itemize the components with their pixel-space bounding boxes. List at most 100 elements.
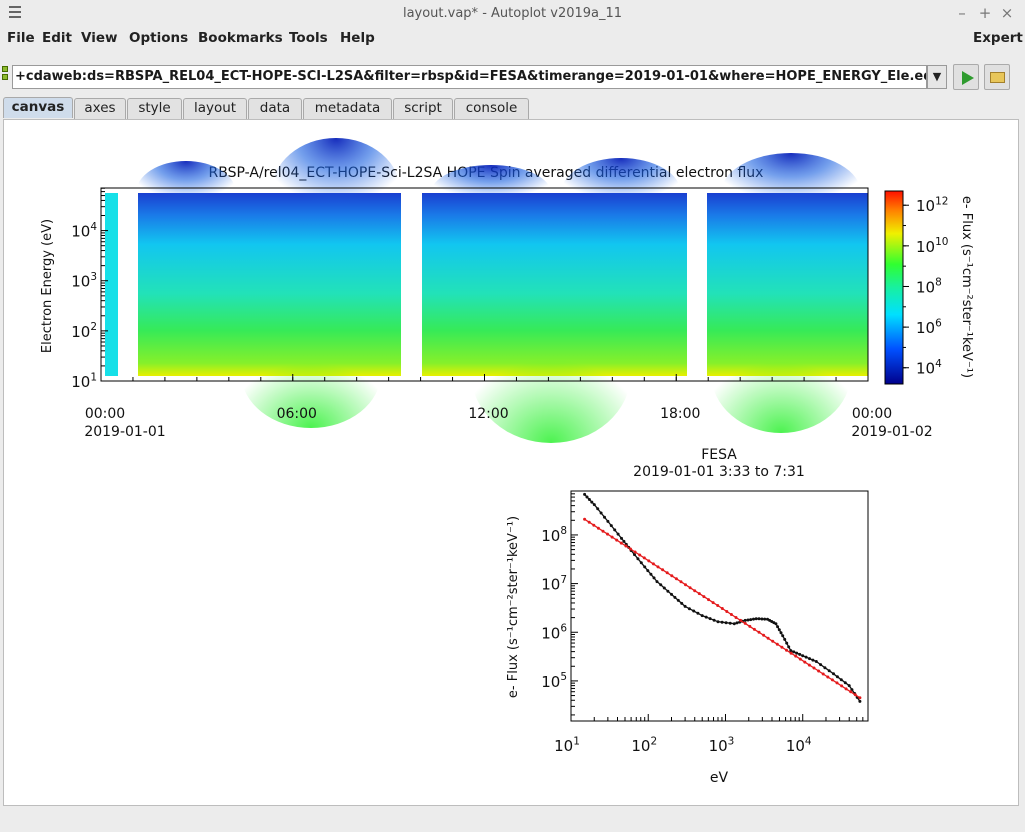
lp-series-point-1	[651, 562, 655, 566]
close-icon[interactable]: ×	[998, 4, 1016, 22]
tab-axes[interactable]: axes	[74, 98, 126, 119]
lp-series-point-1	[679, 580, 683, 584]
spec-y-tick-label: 103	[71, 271, 97, 291]
spec-y-tick-label: 104	[71, 221, 97, 241]
spectrogram-high-flux-patch	[711, 313, 851, 433]
menu-bookmarks[interactable]: Bookmarks	[198, 30, 283, 46]
lp-series-point-0	[760, 617, 764, 621]
lp-series-point-0	[616, 532, 620, 536]
spectrogram-low-flux-patch	[271, 138, 401, 248]
lp-series-point-0	[781, 634, 785, 638]
spec-x-tick-time: 06:00	[277, 406, 317, 422]
lp-series-point-0	[814, 660, 818, 663]
spec-y-tick-label: 102	[71, 321, 97, 341]
menu-options[interactable]: Options	[129, 30, 188, 46]
lp-series-point-1	[748, 624, 752, 628]
tab-script[interactable]: script	[393, 98, 453, 119]
lp-x-tick-label: 101	[554, 735, 580, 755]
tab-style[interactable]: style	[127, 98, 182, 119]
plot-go-button[interactable]	[953, 64, 979, 90]
lp-series-point-1	[606, 532, 609, 536]
lp-series-point-0	[655, 580, 659, 584]
lp-series-point-0	[787, 645, 791, 649]
lp-series-point-1	[711, 601, 715, 605]
tab-metadata[interactable]: metadata	[303, 98, 392, 119]
uri-history-dropdown[interactable]: ▼	[927, 65, 947, 89]
lp-series-point-1	[592, 523, 596, 527]
lp-series-point-0	[587, 498, 591, 501]
lp-series-point-0	[728, 621, 732, 625]
lp-series-point-0	[720, 620, 724, 624]
colorbar-tick-label: 108	[916, 277, 942, 297]
lp-x-tick-label: 103	[709, 735, 735, 755]
url-bar: +cdaweb:ds=RBSPA_REL04_ECT-HOPE-SCI-L2SA…	[0, 62, 1025, 92]
menu-tools[interactable]: Tools	[289, 30, 328, 46]
lp-series-point-0	[583, 492, 587, 496]
spectrogram-y-label: Electron Energy (eV)	[40, 219, 55, 353]
lp-series-point-0	[696, 611, 700, 615]
spectrogram-low-flux-patch	[136, 161, 236, 225]
lp-series-point-1	[729, 613, 733, 616]
lineplot-x-label: eV	[710, 770, 729, 786]
spectrogram-segment-1	[105, 193, 118, 376]
lp-series-point-0	[798, 652, 802, 656]
spec-x-tick-time: 12:00	[468, 406, 508, 422]
url-grip-icon[interactable]	[2, 66, 10, 84]
lineplot-title: FESA	[701, 447, 737, 463]
lp-series-point-1	[661, 568, 665, 572]
lp-series-point-0	[801, 654, 805, 658]
colorbar-tick-label: 1010	[916, 236, 948, 256]
lp-series-point-1	[615, 538, 619, 542]
lp-series-point-0	[680, 601, 684, 605]
spec-x-tick-date: 2019-01-01	[84, 424, 165, 440]
lp-series-point-1	[583, 517, 587, 521]
lp-series-point-1	[619, 541, 623, 545]
spec-x-tick-time: 00:00	[85, 406, 125, 422]
lp-series-point-1	[601, 529, 605, 533]
lp-series-point-0	[843, 681, 847, 685]
plot-canvas[interactable]: RBSP-A/rel04_ECT-HOPE-Sci-L2SA HOPE Spin…	[3, 119, 1019, 806]
colorbar-tick-label: 106	[916, 317, 942, 337]
lp-series-point-0	[596, 507, 600, 511]
lp-series-point-1	[587, 520, 591, 524]
menu-file[interactable]: File	[7, 30, 35, 46]
menu-edit[interactable]: Edit	[42, 30, 72, 46]
browse-button[interactable]	[984, 64, 1010, 90]
lp-series-point-1	[688, 586, 692, 590]
tab-layout[interactable]: layout	[183, 98, 247, 119]
lp-series-point-0	[777, 628, 781, 632]
window-title: layout.vap* - Autoplot v2019a_11	[402, 6, 623, 21]
menu-help[interactable]: Help	[340, 30, 375, 46]
lp-series-point-1	[780, 645, 784, 649]
minimize-icon[interactable]: –	[953, 4, 971, 22]
data-uri-input[interactable]: +cdaweb:ds=RBSPA_REL04_ECT-HOPE-SCI-L2SA…	[12, 65, 927, 89]
lp-series-point-1	[743, 621, 747, 625]
lp-series-point-0	[676, 598, 680, 602]
lp-series-point-1	[633, 550, 637, 554]
lp-series-point-0	[603, 515, 606, 519]
lp-series-point-0	[633, 553, 636, 557]
lp-series-point-0	[649, 572, 653, 576]
lp-series-point-1	[716, 604, 720, 607]
tab-data[interactable]: data	[248, 98, 302, 119]
tab-console[interactable]: console	[454, 98, 529, 119]
spectrogram-high-flux-patch	[471, 303, 631, 443]
lp-series-point-1	[624, 544, 628, 548]
menu-view[interactable]: View	[81, 30, 117, 46]
expert-mode-label[interactable]: Expert	[973, 30, 1023, 46]
lp-series-point-1	[835, 681, 839, 685]
lp-series-point-1	[789, 651, 793, 655]
lp-y-tick-label: 108	[541, 525, 567, 545]
lp-series-point-1	[656, 565, 660, 569]
lp-series-point-0	[692, 609, 696, 613]
tab-canvas[interactable]: canvas	[3, 97, 73, 118]
lp-series-point-0	[700, 614, 704, 618]
lp-series-point-1	[702, 595, 706, 599]
lp-series-point-0	[811, 658, 815, 662]
lp-series-point-0	[808, 657, 811, 661]
maximize-icon[interactable]: +	[976, 4, 994, 22]
lp-series-point-0	[763, 617, 767, 621]
spec-x-tick-time: 00:00	[852, 406, 892, 422]
lp-series-point-0	[613, 528, 617, 532]
lp-series-point-1	[720, 607, 724, 610]
